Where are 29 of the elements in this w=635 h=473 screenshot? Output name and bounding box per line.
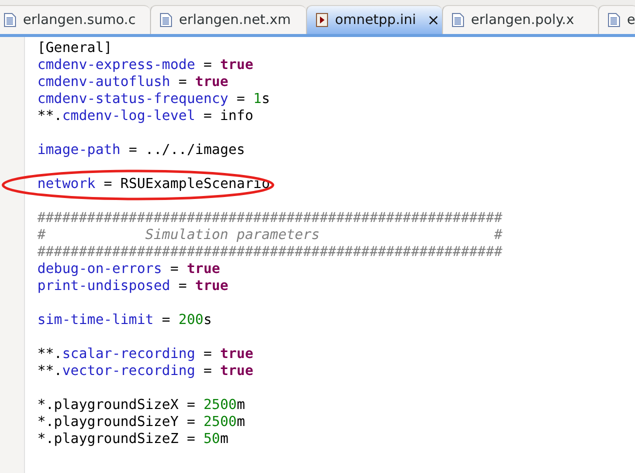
document-icon	[452, 13, 464, 27]
document-icon	[4, 13, 16, 27]
ini-file-icon	[316, 13, 328, 27]
document-icon	[160, 13, 172, 27]
editor-tab[interactable]: e	[598, 5, 635, 34]
code-line: **.vector-recording = true	[37, 363, 254, 379]
code-line: cmdenv-express-mode = true	[37, 57, 254, 73]
code-line: [General]	[37, 40, 112, 56]
code-line: **.scalar-recording = true	[37, 346, 254, 362]
code-line: *.playgroundSizeZ = 50m	[37, 431, 228, 447]
code-line: cmdenv-status-frequency = 1s	[37, 91, 270, 107]
document-icon	[608, 13, 620, 27]
code-line: cmdenv-autoflush = true	[37, 74, 228, 90]
editor-tab[interactable]: erlangen.poly.x	[442, 5, 598, 34]
code-line: debug-on-errors = true	[37, 261, 220, 277]
code-line: network = RSUExampleScenario	[37, 176, 270, 192]
code-line: *.playgroundSizeY = 2500m	[37, 414, 245, 430]
code-line: print-undisposed = true	[37, 278, 228, 294]
code-line: ########################################################	[37, 210, 502, 226]
editor-tab[interactable]: omnetpp.ini ×	[306, 5, 442, 34]
code-line: image-path = ../../images	[37, 142, 245, 158]
code-line: sim-time-limit = 200s	[37, 312, 212, 328]
code-line: *.playgroundSizeX = 2500m	[37, 397, 245, 413]
editor-tab[interactable]: erlangen.sumo.c	[0, 5, 150, 34]
code-line: # Simulation parameters #	[37, 227, 502, 243]
close-tab-button[interactable]: ×	[427, 11, 440, 29]
code-line: ########################################################	[37, 244, 502, 260]
code-line: **.cmdenv-log-level = info	[37, 108, 254, 124]
editor-tab[interactable]: erlangen.net.xm	[150, 5, 306, 34]
